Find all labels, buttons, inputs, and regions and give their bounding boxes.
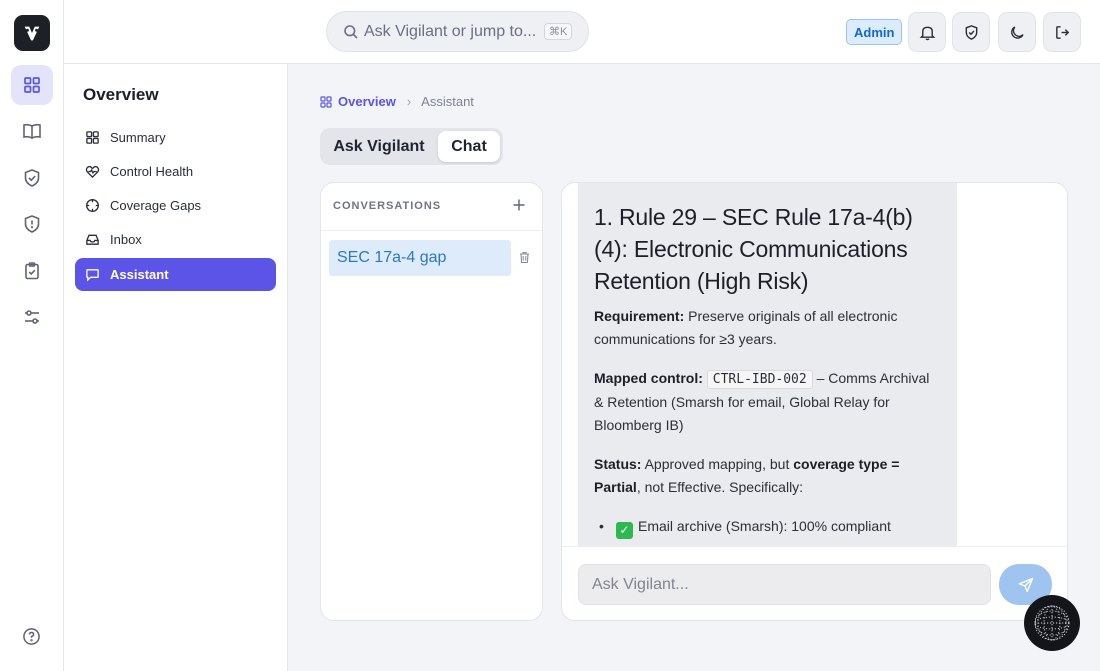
conversations-header: CONVERSATIONS (321, 183, 542, 231)
rail-settings-button[interactable] (11, 297, 53, 337)
search-placeholder: Ask Vigilant or jump to... (364, 23, 537, 40)
heart-pulse-icon (85, 165, 100, 179)
chevron-right-icon: › (406, 94, 412, 109)
search-shortcut: ⌘K (544, 23, 573, 40)
breadcrumb-current: Assistant (421, 94, 474, 109)
bell-icon (919, 26, 935, 40)
security-button[interactable] (952, 12, 990, 52)
requirement-label: Requirement: (594, 308, 685, 324)
shield-check-icon (24, 169, 40, 187)
sidebar-item-assistant[interactable]: Assistant (75, 258, 276, 291)
message-composer: Ask Vigilant... (562, 546, 1067, 620)
icon-rail (0, 0, 64, 671)
bullet-text: Email archive (Smarsh): 100% compliant (638, 518, 891, 534)
assistant-message: 1. Rule 29 – SEC Rule 17a-4(b)(4): Elect… (578, 183, 957, 547)
grid-icon (86, 131, 99, 144)
sidebar-item-label: Control Health (110, 164, 194, 179)
sidebar-item-label: Summary (110, 130, 166, 145)
top-bar: Ask Vigilant or jump to... ⌘K Admin (64, 0, 1100, 64)
tab-ask-vigilant[interactable]: Ask Vigilant (324, 131, 434, 162)
sidebar-item-label: Coverage Gaps (110, 198, 202, 213)
plus-icon[interactable] (511, 197, 527, 213)
sidebar-item-control-health[interactable]: Control Health (75, 155, 276, 188)
conversation-item[interactable]: SEC 17a-4 gap (329, 240, 511, 276)
inbox-icon (86, 234, 99, 245)
globe-dots-icon (1034, 605, 1070, 641)
message-status: Status: Approved mapping, but coverage t… (594, 453, 941, 499)
sidebar-item-coverage-gaps[interactable]: Coverage Gaps (75, 189, 276, 222)
main-content: Overview › Assistant Ask Vigilant Chat C… (288, 64, 1100, 671)
list-item: ✓ Email archive (Smarsh): 100% compliant (599, 515, 941, 539)
message-heading: 1. Rule 29 – SEC Rule 17a-4(b)(4): Elect… (594, 204, 913, 294)
conversations-heading: CONVERSATIONS (333, 200, 442, 212)
crosshair-icon (86, 199, 99, 212)
conversations-panel: CONVERSATIONS SEC 17a-4 gap (320, 182, 543, 621)
sidebar-item-inbox[interactable]: Inbox (75, 223, 276, 256)
sidebar-item-label: Inbox (110, 232, 142, 247)
check-mark-icon: ✓ (616, 522, 633, 539)
message-input[interactable]: Ask Vigilant... (578, 564, 991, 605)
message-mapped-control: Mapped control: CTRL-IBD-002 – Comms Arc… (594, 367, 941, 437)
shield-alert-icon (24, 215, 40, 233)
sidebar-title: Overview (83, 85, 159, 104)
app-logo[interactable] (14, 15, 50, 51)
moon-icon (1010, 25, 1024, 39)
chat-icon (86, 269, 99, 282)
send-icon (1018, 577, 1033, 592)
help-circle-icon[interactable] (22, 627, 41, 646)
logout-button[interactable] (1043, 12, 1081, 52)
search-icon (344, 25, 358, 39)
control-code: CTRL-IBD-002 (706, 370, 813, 389)
status-text: Approved mapping, but (641, 456, 794, 472)
rail-tasks-button[interactable] (11, 251, 53, 291)
message-overflow-line (594, 183, 941, 189)
overview-sidebar: Overview Summary Control Health Coverage… (64, 64, 288, 671)
breadcrumb-home[interactable]: Overview (320, 94, 396, 109)
logo-icon (24, 26, 40, 41)
message-requirement: Requirement: Preserve originals of all e… (594, 305, 941, 351)
chat-panel: 1. Rule 29 – SEC Rule 17a-4(b)(4): Elect… (561, 182, 1068, 621)
shield-check-icon (965, 24, 977, 40)
theme-toggle-button[interactable] (998, 12, 1036, 52)
sidebar-item-summary[interactable]: Summary (75, 121, 276, 154)
rail-controls-button[interactable] (11, 158, 53, 198)
role-badge: Admin (846, 19, 903, 45)
breadcrumb-home-label: Overview (338, 94, 396, 109)
sliders-icon (25, 310, 39, 324)
grid-icon (320, 95, 332, 108)
mode-tabs: Ask Vigilant Chat (320, 128, 503, 165)
grid-icon (24, 77, 40, 93)
trash-icon[interactable] (518, 251, 531, 264)
status-bullets: ✓ Email archive (Smarsh): 100% compliant (594, 515, 941, 539)
sidebar-item-label: Assistant (110, 267, 169, 282)
assistant-launcher-button[interactable] (1024, 595, 1080, 651)
rail-library-button[interactable] (11, 111, 53, 151)
clipboard-check-icon (25, 262, 39, 280)
global-search[interactable]: Ask Vigilant or jump to... ⌘K (326, 11, 589, 52)
breadcrumb: Overview › Assistant (320, 94, 474, 109)
book-open-icon (23, 123, 41, 139)
rail-overview-button[interactable] (11, 65, 53, 105)
logout-icon (1055, 25, 1069, 39)
status-label: Status: (594, 456, 642, 472)
status-text-end: , not Effective. Specifically: (636, 479, 804, 495)
notifications-button[interactable] (908, 12, 946, 52)
tab-chat[interactable]: Chat (438, 131, 500, 162)
mapped-label: Mapped control: (594, 370, 703, 386)
rail-risks-button[interactable] (11, 204, 53, 244)
